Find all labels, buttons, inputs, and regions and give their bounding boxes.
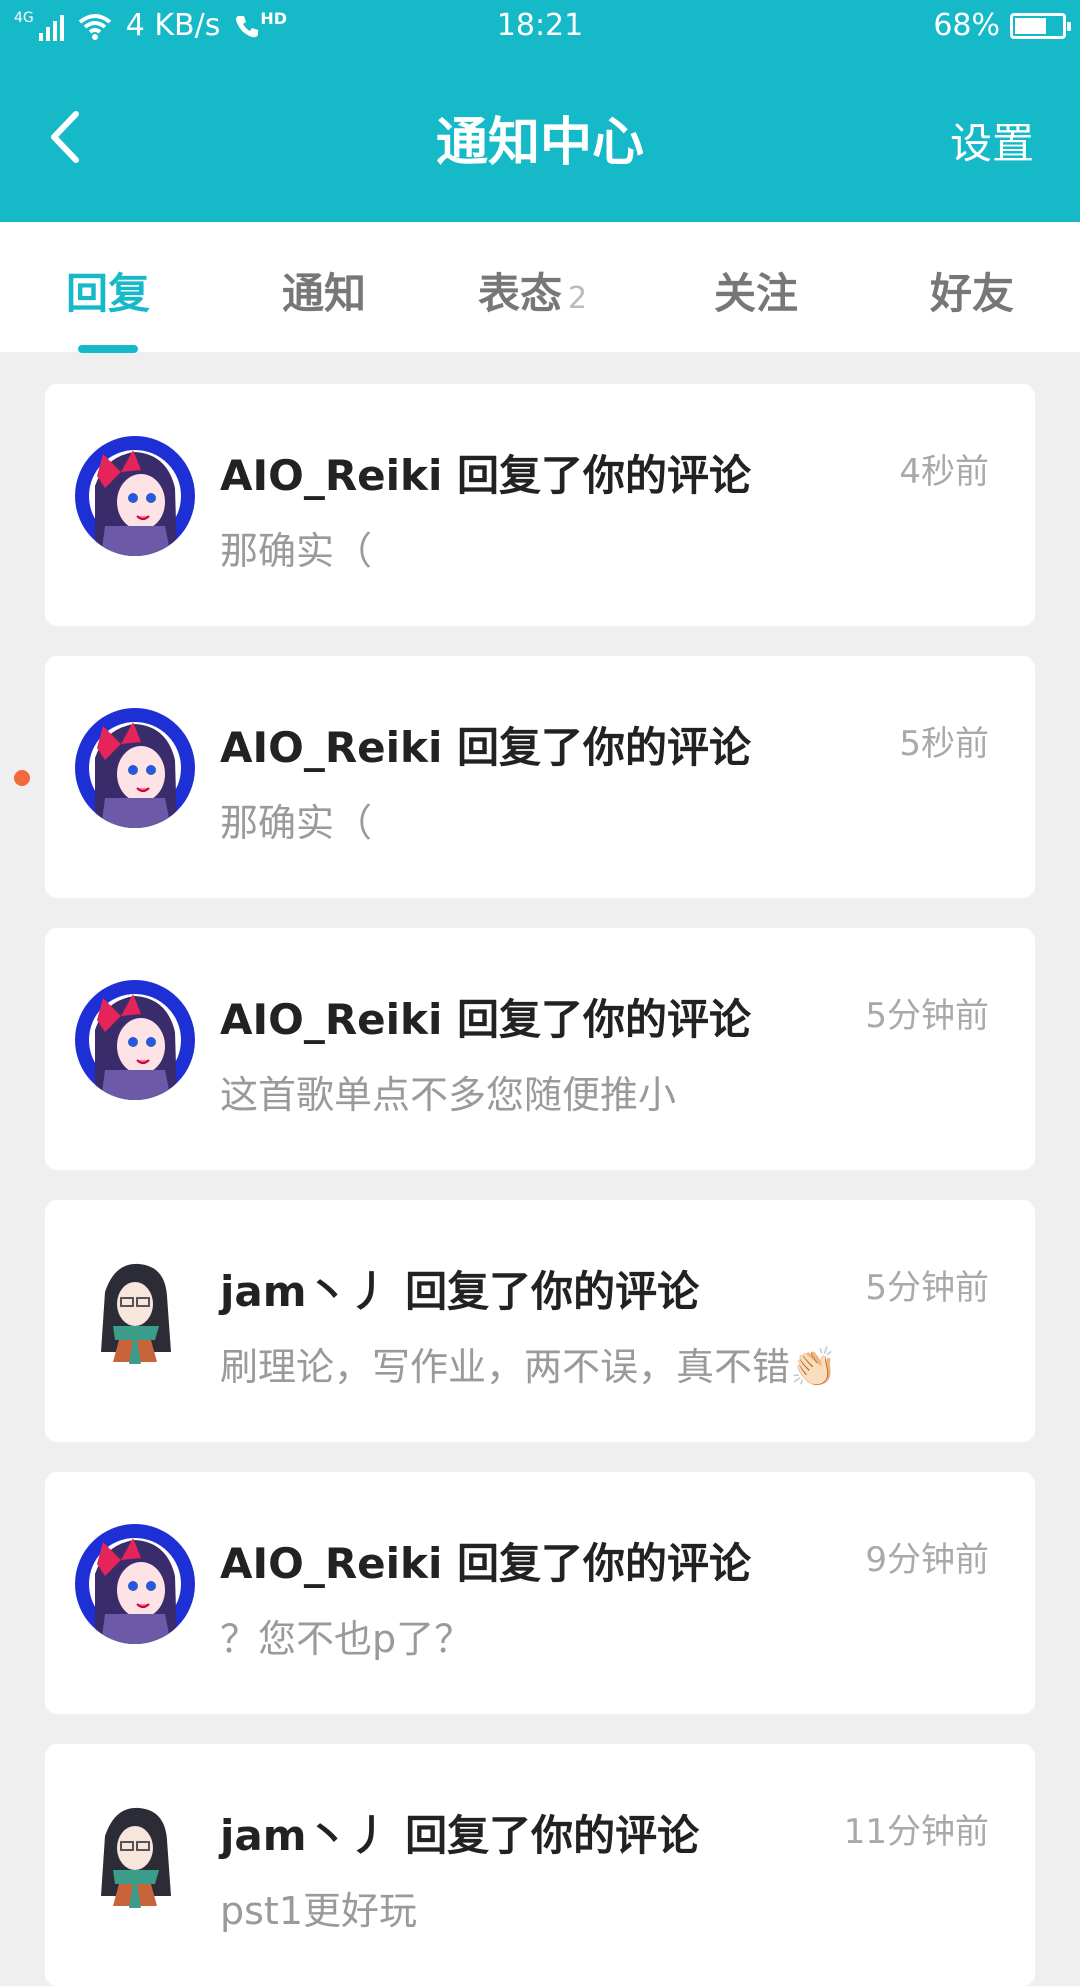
list-item[interactable]: jam丶丿 回复了你的评论 5分钟前 刷理论，写作业，两不误，真不错👏🏻 xyxy=(45,1200,1035,1442)
notification-time: 9分钟前 xyxy=(865,1540,989,1580)
tab-notices[interactable]: 通知 xyxy=(282,260,366,321)
clock: 18:21 xyxy=(496,8,584,43)
status-bar: 4G 4 KB/s HD 18:21 68% xyxy=(0,0,1080,56)
notification-body: 那确实（ xyxy=(220,801,373,845)
nav-bar: 通知中心 设置 xyxy=(0,56,1080,222)
app-header: 4G 4 KB/s HD 18:21 68% 通知中心 设置 xyxy=(0,0,1080,222)
notification-body: 刷理论，写作业，两不误，真不错👏🏻 xyxy=(220,1345,838,1389)
notification-title: AIO_Reiki 回复了你的评论 xyxy=(220,995,752,1044)
notification-body: pst1更好玩 xyxy=(220,1889,417,1933)
page-title: 通知中心 xyxy=(435,113,644,173)
unread-dot xyxy=(14,770,30,786)
avatar[interactable] xyxy=(75,708,195,828)
tab-label: 通知 xyxy=(282,269,367,318)
notification-title: AIO_Reiki 回复了你的评论 xyxy=(220,723,752,772)
avatar[interactable] xyxy=(75,1524,195,1644)
notification-time: 4秒前 xyxy=(899,452,989,492)
list-item[interactable]: AIO_Reiki 回复了你的评论 5分钟前 这首歌单点不多您随便推小 xyxy=(45,928,1035,1170)
settings-button[interactable]: 设置 xyxy=(950,110,1034,171)
notification-time: 5分钟前 xyxy=(865,996,989,1036)
tab-label: 关注 xyxy=(714,269,799,318)
tab-bar: 回复 通知 表态 2 关注 好友 xyxy=(0,222,1080,353)
battery-fill xyxy=(1015,17,1047,34)
notification-body: 这首歌单点不多您随便推小 xyxy=(220,1073,677,1117)
list-item[interactable]: AIO_Reiki 回复了你的评论 9分钟前 ？您不也p了？ xyxy=(45,1472,1035,1714)
battery-icon xyxy=(1010,12,1071,39)
notification-title: jam丶丿 回复了你的评论 xyxy=(220,1267,700,1316)
notification-time: 5分钟前 xyxy=(865,1268,989,1308)
tab-replies[interactable]: 回复 xyxy=(66,260,150,321)
avatar[interactable] xyxy=(75,1252,195,1372)
notification-title: AIO_Reiki 回复了你的评论 xyxy=(220,1539,752,1588)
notification-body: ？您不也p了？ xyxy=(220,1617,473,1661)
tab-reactions[interactable]: 表态 2 xyxy=(478,260,587,321)
notification-title: AIO_Reiki 回复了你的评论 xyxy=(220,451,752,500)
list-item[interactable]: AIO_Reiki 回复了你的评论 5秒前 那确实（ xyxy=(45,656,1035,898)
tab-follows[interactable]: 关注 xyxy=(714,260,798,321)
notification-time: 11分钟前 xyxy=(843,1812,989,1852)
notification-body: 那确实（ xyxy=(220,529,373,573)
tab-label: 表态 xyxy=(478,269,563,318)
notification-title: jam丶丿 回复了你的评论 xyxy=(220,1811,700,1860)
notification-time: 5秒前 xyxy=(899,724,989,764)
avatar[interactable] xyxy=(75,1796,195,1916)
tab-friends[interactable]: 好友 xyxy=(930,260,1014,321)
tab-count-badge: 2 xyxy=(568,281,588,316)
active-tab-indicator xyxy=(78,345,138,353)
list-item[interactable]: AIO_Reiki 回复了你的评论 4秒前 那确实（ xyxy=(45,384,1035,626)
battery-percent: 68% xyxy=(933,8,1000,43)
tab-label: 回复 xyxy=(66,269,151,318)
list-item[interactable]: jam丶丿 回复了你的评论 11分钟前 pst1更好玩 xyxy=(45,1744,1035,1986)
avatar[interactable] xyxy=(75,980,195,1100)
tab-label: 好友 xyxy=(930,269,1015,318)
avatar[interactable] xyxy=(75,436,195,556)
